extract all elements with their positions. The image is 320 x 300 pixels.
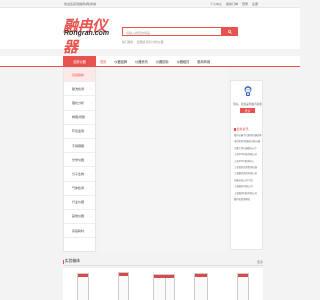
news-item[interactable]: 电动旋转/多通道分析仪器 bbox=[234, 139, 263, 145]
category-item[interactable]: 行业仪器 › bbox=[64, 196, 95, 210]
category-item[interactable]: 不锈钢器 › bbox=[64, 139, 95, 154]
top-links: 个人中心 我的订单 登录 注册 bbox=[210, 2, 258, 6]
category-item[interactable]: 气体检测 › bbox=[64, 182, 95, 196]
category-item[interactable]: 实验箱体 › bbox=[64, 68, 95, 83]
section-header: 实验箱体 更多 bbox=[63, 258, 263, 266]
category-item[interactable]: 物理/测量 › bbox=[64, 111, 95, 125]
category-item[interactable]: 酸洗检测 › bbox=[64, 82, 95, 97]
chevron-right-icon: › bbox=[91, 200, 92, 205]
news-item[interactable]: 融冉实验室网站 bbox=[234, 197, 263, 203]
nav-items: 首页 仪器品牌 仪器资讯 仪器招标 仪器租赁 融冉商城 bbox=[96, 56, 214, 67]
product-card[interactable] bbox=[103, 268, 143, 300]
nav-item-rental[interactable]: 仪器租赁 bbox=[173, 56, 194, 67]
top-link-register[interactable]: 注册 bbox=[252, 2, 258, 6]
product-row bbox=[63, 268, 263, 300]
chevron-right-icon: › bbox=[91, 72, 92, 77]
chevron-right-icon: › bbox=[91, 100, 92, 105]
main-banner[interactable] bbox=[99, 67, 227, 252]
main-nav: 全部仪器 首页 仪器品牌 仪器资讯 仪器招标 仪器租赁 融冉商城 bbox=[0, 56, 300, 67]
chevron-right-icon: › bbox=[91, 157, 92, 162]
panel-welcome: 您好，欢迎来到融冉商城 bbox=[233, 103, 262, 106]
chevron-right-icon: › bbox=[91, 115, 92, 120]
news-bullet-icon bbox=[234, 127, 236, 131]
chevron-right-icon: › bbox=[91, 186, 92, 191]
category-item[interactable]: 实验耗材 › bbox=[64, 224, 95, 239]
panel-login-button[interactable]: 登录 bbox=[240, 108, 255, 113]
nav-item-mall[interactable]: 融冉商城 bbox=[193, 56, 214, 67]
product-card[interactable] bbox=[143, 268, 183, 300]
product-image bbox=[237, 273, 249, 300]
hot-searches: 热门搜索： 显微镜 试剂 分析仪器 bbox=[122, 40, 164, 44]
nav-item-brands[interactable]: 仪器品牌 bbox=[110, 56, 131, 67]
welcome-text: 欢迎您来到融冉(网)商城 bbox=[64, 2, 96, 6]
category-item[interactable]: 理化分析 › bbox=[64, 96, 95, 111]
search-icon bbox=[228, 29, 232, 34]
chevron-right-icon: › bbox=[91, 171, 92, 176]
product-card[interactable] bbox=[63, 268, 103, 300]
nav-item-bidding[interactable]: 仪器招标 bbox=[152, 56, 173, 67]
top-bar: 欢迎您来到融冉(网)商城 个人中心 我的订单 登录 注册 bbox=[0, 0, 300, 8]
product-image bbox=[194, 273, 208, 300]
chevron-right-icon: › bbox=[91, 143, 92, 148]
nav-item-news[interactable]: 仪器资讯 bbox=[131, 56, 152, 67]
category-list: 实验箱体 › 酸洗检测 › 理化分析 › 物理/测量 › 环境监测 › 不锈钢器 › 光学仪… bbox=[63, 67, 96, 252]
product-image bbox=[153, 274, 175, 300]
category-item[interactable]: 光学仪器 › bbox=[64, 153, 95, 168]
product-card[interactable] bbox=[183, 268, 223, 300]
nav-item-home[interactable]: 首页 bbox=[96, 56, 110, 67]
search-button[interactable] bbox=[222, 27, 238, 36]
user-panel: 您好，欢迎来到融冉商城 登录 最新资讯 融冉仪器今日更新仪器实体 电动旋转/多通… bbox=[230, 80, 263, 250]
chevron-right-icon: › bbox=[91, 129, 92, 134]
chevron-right-icon: › bbox=[91, 214, 92, 219]
section-bar-icon bbox=[63, 259, 64, 264]
chevron-right-icon: › bbox=[91, 86, 92, 91]
mascot-avatar bbox=[244, 86, 252, 96]
logo-english: Rongran.com bbox=[64, 30, 110, 37]
top-link-user-center[interactable]: 个人中心 bbox=[210, 2, 222, 6]
search-box[interactable]: 请输入搜索的商品… bbox=[122, 27, 222, 36]
category-item[interactable]: 分子生物 › bbox=[64, 167, 95, 182]
section-more-link[interactable]: 更多 bbox=[257, 260, 263, 264]
category-item[interactable]: 环境监测 › bbox=[64, 125, 95, 139]
product-image bbox=[77, 273, 89, 300]
product-image bbox=[118, 272, 129, 300]
search-input[interactable]: 请输入搜索的商品… bbox=[126, 31, 153, 35]
news-list: 融冉仪器今日更新仪器实体 电动旋转/多通道分析仪器 大量大型仪器招标以下 上海X… bbox=[234, 133, 263, 203]
product-card[interactable] bbox=[223, 268, 263, 300]
category-item[interactable]: 其他仪器 › bbox=[64, 210, 95, 225]
all-categories-button[interactable]: 全部仪器 bbox=[63, 56, 96, 67]
site-logo[interactable]: 融冉仪器 Rongran.com bbox=[63, 15, 115, 56]
top-link-login[interactable]: 登录 bbox=[242, 2, 248, 6]
header: 融冉仪器 Rongran.com 请输入搜索的商品… 热门搜索： 显微镜 试剂 … bbox=[0, 8, 300, 56]
news-title: 最新资讯 bbox=[234, 127, 249, 131]
top-link-orders[interactable]: 我的订单 bbox=[226, 2, 238, 6]
section-title: 实验箱体 bbox=[63, 259, 80, 264]
chevron-right-icon: › bbox=[91, 228, 92, 233]
